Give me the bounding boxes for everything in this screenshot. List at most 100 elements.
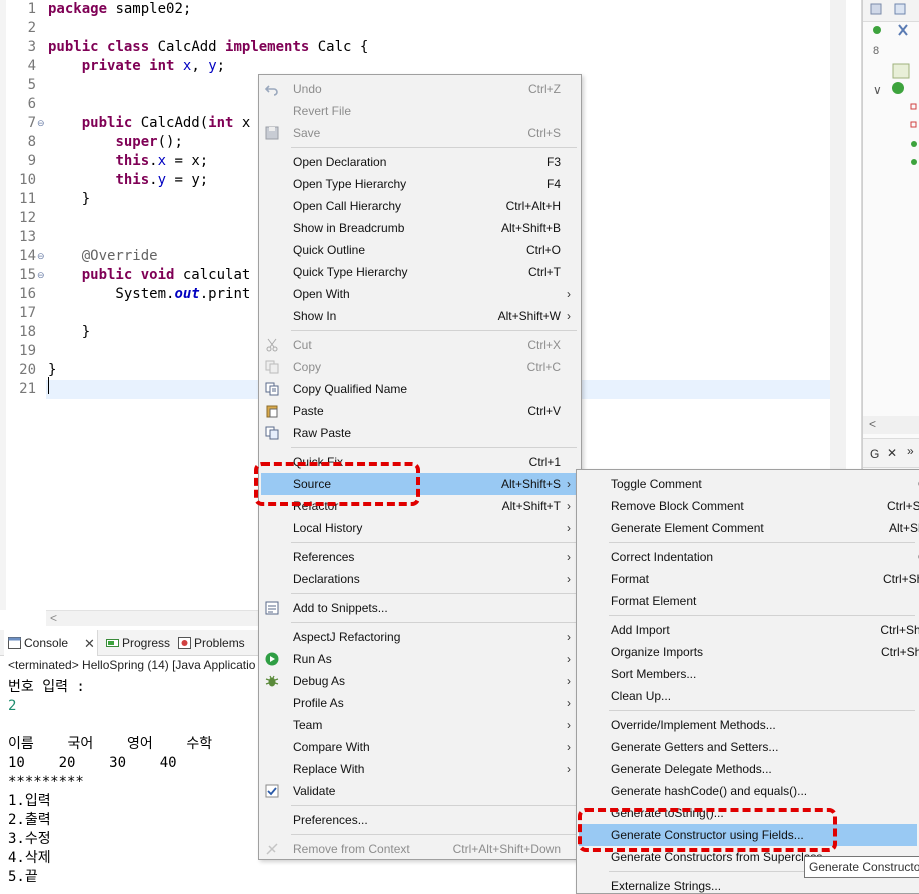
menu-item-local-history[interactable]: Local History › <box>261 517 579 539</box>
menu-item-label: Generate Delegate Methods... <box>611 762 772 776</box>
menu-item-validate[interactable]: Validate <box>261 780 579 802</box>
menu-item-label: Preferences... <box>293 813 368 827</box>
line-number: 2 <box>27 20 36 36</box>
tab-console[interactable]: Console ✕ <box>4 630 98 656</box>
menu-item-format-element[interactable]: Format Element <box>579 590 917 612</box>
menu-item-undo[interactable]: Undo Ctrl+Z <box>261 78 579 100</box>
menu-item-label: Quick Outline <box>293 243 366 257</box>
menu-item-debug-as[interactable]: Debug As › <box>261 670 579 692</box>
menu-item-copy-qualified-name[interactable]: Copy Qualified Name <box>261 378 579 400</box>
console-process-status: <terminated> HelloSpring (14) [Java Appl… <box>8 658 256 672</box>
menu-item-generate-tostring[interactable]: Generate toString()... <box>579 802 917 824</box>
menu-item-open-with[interactable]: Open With › <box>261 283 579 305</box>
menu-item-compare-with[interactable]: Compare With › <box>261 736 579 758</box>
fold-toggle-icon[interactable]: ⊖ <box>37 247 45 266</box>
menu-item-cut[interactable]: Cut Ctrl+X <box>261 334 579 356</box>
close-icon[interactable]: ✕ <box>84 630 95 657</box>
fold-toggle-icon[interactable]: ⊖ <box>37 266 45 285</box>
code-token: x <box>233 115 251 131</box>
menu-item-remove-block-comment[interactable]: Remove Block Comment Ctrl+Shift+\ <box>579 495 919 517</box>
menu-item-add-import[interactable]: Add Import Ctrl+Shift+M <box>579 619 919 641</box>
problems-icon <box>178 637 191 649</box>
menu-item-generate-hashcode-equals[interactable]: Generate hashCode() and equals()... <box>579 780 917 802</box>
submenu-arrow-icon: › <box>567 762 571 776</box>
more-views-icon[interactable]: » <box>907 444 914 458</box>
menu-item-open-declaration[interactable]: Open Declaration F3 <box>261 151 579 173</box>
code-token: } <box>48 191 91 207</box>
menu-item-open-type-hierarchy[interactable]: Open Type Hierarchy F4 <box>261 173 579 195</box>
menu-item-generate-delegate-methods[interactable]: Generate Delegate Methods... <box>579 758 917 780</box>
menu-item-profile-as[interactable]: Profile As › <box>261 692 579 714</box>
menu-item-run-as[interactable]: Run As › <box>261 648 579 670</box>
menu-item-show-in[interactable]: Show In Alt+Shift+W › <box>261 305 579 327</box>
menu-separator <box>291 805 577 806</box>
menu-item-generate-getters-setters[interactable]: Generate Getters and Setters... <box>579 736 917 758</box>
menu-item-add-to-snippets[interactable]: Add to Snippets... <box>261 597 579 619</box>
menu-item-sort-members[interactable]: Sort Members... <box>579 663 917 685</box>
code-line[interactable]: package sample02; <box>46 0 830 19</box>
tab-problems[interactable]: Problems <box>174 630 254 656</box>
code-token: ; <box>216 58 226 74</box>
scroll-left-arrow-icon[interactable]: < <box>50 611 57 626</box>
close-icon[interactable]: ✕ <box>887 446 897 460</box>
menu-item-override-implement-methods[interactable]: Override/Implement Methods... <box>579 714 917 736</box>
submenu-arrow-icon: › <box>567 740 571 754</box>
checkbox-checked-icon <box>265 784 279 798</box>
menu-item-label: Source <box>293 477 332 491</box>
code-token: out <box>174 286 200 302</box>
tab-progress-label: Progress <box>122 636 171 650</box>
menu-item-copy[interactable]: Copy Ctrl+C <box>261 356 579 378</box>
line-number: 13 <box>19 229 36 245</box>
copy-qualified-icon <box>265 382 279 396</box>
menu-item-replace-with[interactable]: Replace With › <box>261 758 579 780</box>
menu-item-shortcut: Ctrl+1 <box>528 455 561 469</box>
menu-item-generate-element-comment[interactable]: Generate Element Comment Alt+Shift+J <box>579 517 919 539</box>
menu-item-quick-type-hierarchy[interactable]: Quick Type Hierarchy Ctrl+T <box>261 261 579 283</box>
outline-toolbar-icons-icon[interactable] <box>863 0 919 22</box>
console-line: 10 20 30 40 <box>8 755 177 771</box>
scroll-left-arrow-icon[interactable]: < <box>869 417 876 431</box>
menu-item-show-in-breadcrumb[interactable]: Show in Breadcrumb Alt+Shift+B <box>261 217 579 239</box>
menu-item-label: Team <box>293 718 323 732</box>
menu-item-team[interactable]: Team › <box>261 714 579 736</box>
code-token: super <box>115 134 158 150</box>
menu-item-paste[interactable]: Paste Ctrl+V <box>261 400 579 422</box>
menu-item-declarations[interactable]: Declarations › <box>261 568 579 590</box>
fold-toggle-icon[interactable]: ⊖ <box>37 114 45 133</box>
line-number: 4 <box>27 58 36 74</box>
secondary-view-tab-label[interactable]: G <box>870 447 879 461</box>
menu-item-raw-paste[interactable]: Raw Paste <box>261 422 579 444</box>
menu-item-organize-imports[interactable]: Organize Imports Ctrl+Shift+O <box>579 641 919 663</box>
tab-progress[interactable]: Progress <box>102 630 174 656</box>
submenu-arrow-icon: › <box>567 696 571 710</box>
menu-item-preferences[interactable]: Preferences... <box>261 809 579 831</box>
menu-item-correct-indentation[interactable]: Correct IndentationCtrl+I <box>579 546 919 568</box>
console-line: 2 <box>8 698 17 714</box>
menu-item-generate-constructor-using-fields[interactable]: Generate Constructor using Fields... <box>579 824 917 846</box>
menu-item-aspectj-refactoring[interactable]: AspectJ Refactoring › <box>261 626 579 648</box>
menu-item-label: Override/Implement Methods... <box>611 718 776 732</box>
menu-item-refactor[interactable]: Refactor Alt+Shift+T › <box>261 495 579 517</box>
console-line: 2.출력 <box>8 812 51 828</box>
secondary-view-tab[interactable]: G ✕ » <box>863 438 919 468</box>
menu-item-quick-fix[interactable]: Quick Fix Ctrl+1 <box>261 451 579 473</box>
code-token: System. <box>48 286 175 302</box>
menu-item-clean-up[interactable]: Clean Up... <box>579 685 917 707</box>
menu-item-remove-from-context[interactable]: Remove from Context Ctrl+Alt+Shift+Down <box>261 838 579 860</box>
menu-item-format[interactable]: Format Ctrl+Shift+F <box>579 568 919 590</box>
menu-item-quick-outline[interactable]: Quick Outline Ctrl+O <box>261 239 579 261</box>
code-line[interactable] <box>46 19 830 38</box>
menu-item-toggle-comment[interactable]: Toggle CommentCtrl+/ <box>579 473 919 495</box>
code-token: } <box>48 324 91 340</box>
menu-item-save[interactable]: Save Ctrl+S <box>261 122 579 144</box>
code-token: public <box>48 39 99 55</box>
menu-item-open-call-hierarchy[interactable]: Open Call Hierarchy Ctrl+Alt+H <box>261 195 579 217</box>
menu-item-references[interactable]: References › <box>261 546 579 568</box>
menu-item-revert-file[interactable]: Revert File <box>261 100 579 122</box>
code-token: , <box>191 58 209 74</box>
menu-item-source[interactable]: Source Alt+Shift+S › <box>261 473 579 495</box>
code-line[interactable]: public class CalcAdd implements Calc { <box>46 38 830 57</box>
outline-horizontal-scrollbar[interactable]: < <box>863 416 919 434</box>
